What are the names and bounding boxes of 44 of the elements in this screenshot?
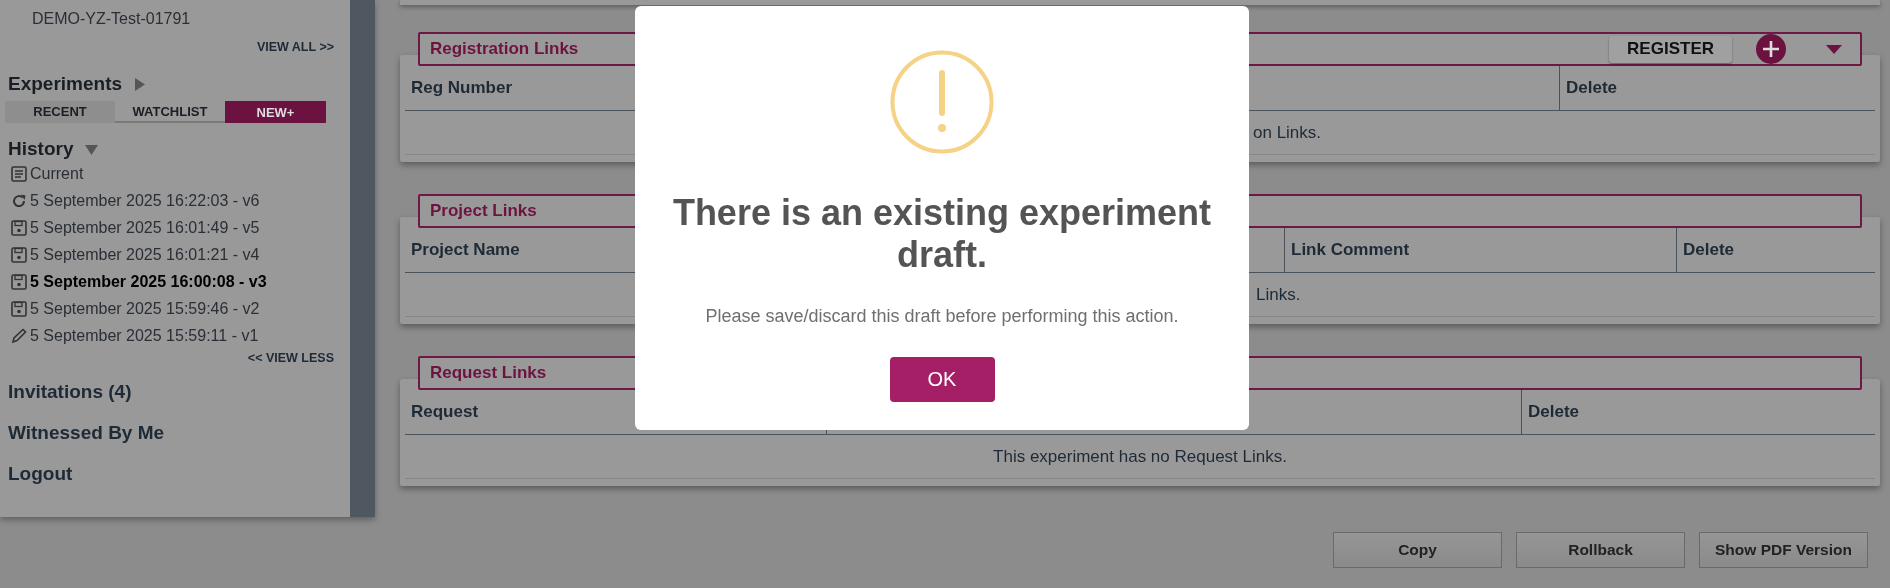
empty-table-message: on Links. bbox=[1253, 122, 1322, 143]
empty-table-message: This experiment has no Request Links. bbox=[993, 446, 1287, 467]
dialog-title: There is an existing experiment draft. bbox=[672, 192, 1212, 276]
column-header: Link Comment bbox=[1291, 240, 1410, 260]
sidebar-nav-link[interactable]: Witnessed By Me bbox=[8, 422, 350, 447]
pencil-icon bbox=[11, 327, 27, 344]
history-version-link[interactable]: 5 September 2025 16:22:03 - v6 bbox=[30, 191, 260, 210]
column-header: Request bbox=[411, 402, 479, 422]
dialog-message: Please save/discard this draft before performing this action. bbox=[705, 306, 1179, 327]
view-less-link[interactable]: << VIEW LESS bbox=[247, 351, 334, 365]
experiments-tab[interactable]: RECENT bbox=[5, 101, 115, 123]
empty-table-message: Links. bbox=[1256, 284, 1301, 305]
ok-button[interactable]: OK bbox=[889, 357, 995, 402]
panel-title: Registration Links bbox=[430, 39, 579, 59]
action-button[interactable]: Rollback bbox=[1516, 532, 1685, 568]
action-button[interactable]: Copy bbox=[1333, 532, 1502, 568]
add-icon[interactable] bbox=[1756, 34, 1786, 64]
history-version-link[interactable]: 5 September 2025 16:01:49 - v5 bbox=[30, 218, 260, 237]
history-version-link[interactable]: Current bbox=[30, 164, 84, 183]
action-button[interactable]: Show PDF Version bbox=[1699, 532, 1868, 568]
expand-arrow-icon[interactable] bbox=[134, 77, 146, 91]
column-header: Reg Number bbox=[411, 78, 513, 98]
refresh-icon bbox=[11, 192, 27, 209]
experiments-heading: Experiments bbox=[8, 73, 123, 95]
register-button[interactable]: REGISTER bbox=[1609, 35, 1732, 63]
column-header: Project Name bbox=[411, 240, 520, 260]
column-header: Delete bbox=[1566, 78, 1618, 98]
panel-title: Request Links bbox=[430, 363, 547, 383]
history-version-link[interactable]: 5 September 2025 15:59:11 - v1 bbox=[30, 326, 259, 345]
column-header: Delete bbox=[1683, 240, 1735, 260]
history-heading: History bbox=[8, 138, 74, 160]
new-experiment-button[interactable]: NEW+ bbox=[225, 101, 326, 123]
column-header: Delete bbox=[1528, 402, 1580, 422]
document-icon bbox=[11, 165, 27, 182]
warning-icon bbox=[890, 50, 994, 154]
collapse-arrow-icon[interactable] bbox=[85, 143, 99, 155]
panel-title: Project Links bbox=[430, 201, 537, 221]
history-version-link[interactable]: 5 September 2025 15:59:46 - v2 bbox=[30, 299, 260, 318]
history-version-link[interactable]: 5 September 2025 16:00:08 - v3 bbox=[30, 272, 267, 291]
sidebar-nav-link[interactable]: Logout bbox=[8, 463, 350, 488]
view-all-link[interactable]: VIEW ALL >> bbox=[256, 40, 334, 54]
history-version-link[interactable]: 5 September 2025 16:01:21 - v4 bbox=[30, 245, 260, 264]
sidebar-nav-link[interactable]: Invitations (4) bbox=[8, 381, 350, 406]
experiment-id: DEMO-YZ-Test-01791 bbox=[31, 9, 192, 29]
